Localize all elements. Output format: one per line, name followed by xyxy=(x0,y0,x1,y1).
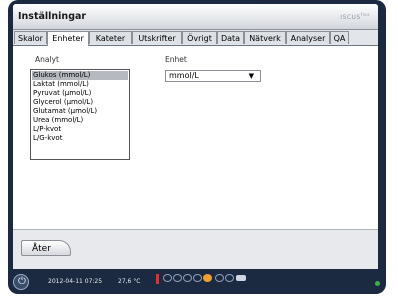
power-button[interactable]: ⏻ xyxy=(13,274,29,290)
slot-icon-active xyxy=(203,274,212,282)
title-bar: Inställningar ISCUSflex xyxy=(13,4,378,30)
list-item[interactable]: Urea (mmol/L) xyxy=(32,116,128,125)
list-item[interactable]: Glutamat (µmol/L) xyxy=(32,107,128,116)
status-bar: ⏻ 2012-04-11 07:25 27,6 °C xyxy=(8,271,386,294)
window-title: Inställningar xyxy=(18,11,87,22)
analyte-listbox[interactable]: Glukos (mmol/L) Laktat (mmol/L) Pyruvat … xyxy=(30,69,130,160)
device-frame: Inställningar ISCUSflex Skalor Enheter K… xyxy=(8,0,386,294)
reagent-icon xyxy=(236,275,246,281)
tab-utskrifter[interactable]: Utskrifter xyxy=(132,31,182,44)
units-panel: Analyt Enhet Glukos (mmol/L) Laktat (mmo… xyxy=(13,46,378,229)
chevron-down-icon: ▼ xyxy=(248,72,254,80)
tab-ovrigt[interactable]: Övrigt xyxy=(182,31,217,44)
tab-skalor[interactable]: Skalor xyxy=(14,31,47,44)
alarm-icon xyxy=(156,274,159,284)
tab-enheter[interactable]: Enheter xyxy=(47,31,89,46)
unit-dropdown[interactable]: mmol/L ▼ xyxy=(165,70,261,82)
list-item[interactable]: Glycerol (µmol/L) xyxy=(32,98,128,107)
tab-kateter[interactable]: Kateter xyxy=(89,31,132,44)
tab-analyser[interactable]: Analyser xyxy=(286,31,330,44)
list-item[interactable]: Pyruvat (µmol/L) xyxy=(32,89,128,98)
bottom-bar: Åter xyxy=(13,229,378,269)
screen: Inställningar ISCUSflex Skalor Enheter K… xyxy=(13,4,378,269)
unit-label: Enhet xyxy=(165,55,187,64)
slot-icon xyxy=(163,274,172,282)
power-icon: ⏻ xyxy=(18,276,26,287)
datetime: 2012-04-11 07:25 xyxy=(48,278,103,285)
list-item[interactable]: Glukos (mmol/L) xyxy=(32,71,128,80)
brand-logo: ISCUSflex xyxy=(340,12,370,21)
list-item[interactable]: L/P-kvot xyxy=(32,125,128,134)
slot-icon xyxy=(173,274,182,282)
slot-icon xyxy=(193,274,202,282)
unit-value: mmol/L xyxy=(169,71,199,80)
list-item[interactable]: L/G-kvot xyxy=(32,134,128,143)
slot-icon xyxy=(183,274,192,282)
slot-icon xyxy=(215,274,224,282)
tab-data[interactable]: Data xyxy=(217,31,244,44)
analyte-label: Analyt xyxy=(35,55,59,64)
tab-qa[interactable]: QA xyxy=(330,31,349,44)
list-item[interactable]: Laktat (mmol/L) xyxy=(32,80,128,89)
tab-bar: Skalor Enheter Kateter Utskrifter Övrigt… xyxy=(13,30,378,46)
back-button[interactable]: Åter xyxy=(21,240,71,256)
status-led-icon xyxy=(375,281,380,286)
tab-natverk[interactable]: Nätverk xyxy=(244,31,286,44)
slot-icon xyxy=(225,274,234,282)
temperature: 27,6 °C xyxy=(118,278,141,285)
